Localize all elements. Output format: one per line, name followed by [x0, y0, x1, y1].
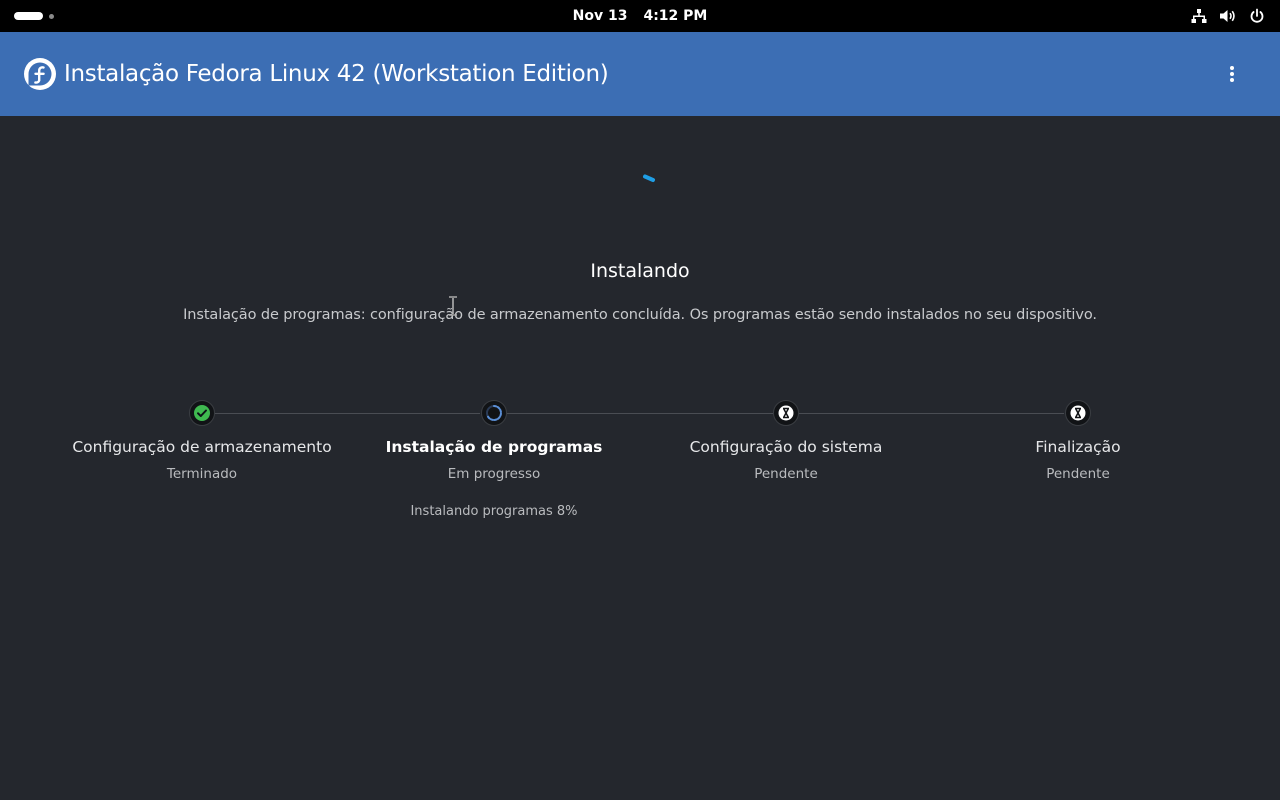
kebab-menu-button[interactable]: [1216, 58, 1248, 90]
step-status-system: Pendente: [754, 466, 818, 482]
system-top-bar: Nov 13 4:12 PM: [0, 0, 1280, 32]
checkmark-icon: [194, 405, 210, 421]
system-tray[interactable]: [1190, 0, 1266, 32]
step-node-software: [481, 400, 507, 426]
step-node-system: [773, 400, 799, 426]
spinner-icon: [486, 405, 502, 421]
kebab-menu-icon: [1230, 66, 1234, 82]
step-node-storage: [189, 400, 215, 426]
step-connector: [215, 413, 480, 414]
step-node-finish: [1065, 400, 1091, 426]
app-title: Instalação Fedora Linux 42 (Workstation …: [64, 61, 609, 87]
step-title-system: Configuração do sistema: [689, 438, 883, 456]
step-status-storage: Terminado: [166, 466, 238, 482]
text-cursor-icon: [447, 296, 459, 316]
hourglass-icon: [1070, 405, 1086, 421]
volume-icon[interactable]: [1219, 7, 1237, 25]
hourglass-icon: [778, 405, 794, 421]
fedora-logo-icon: [24, 58, 56, 90]
step-connector: [507, 413, 773, 414]
step-progress-detail: Instalando programas 8%: [410, 504, 578, 519]
workspace-inactive-indicator: [49, 13, 54, 19]
step-status-software: Em progresso: [447, 466, 541, 482]
activities-indicator[interactable]: [14, 11, 54, 21]
page-description: Instalação de programas: configuração de…: [183, 307, 1097, 323]
step-connector: [799, 413, 1064, 414]
step-title-finish: Finalização: [1035, 438, 1121, 456]
step-title-software: Instalação de programas: [385, 438, 603, 456]
network-icon[interactable]: [1190, 7, 1208, 25]
app-header: Instalação Fedora Linux 42 (Workstation …: [0, 32, 1280, 116]
clock[interactable]: Nov 13 4:12 PM: [0, 0, 1280, 32]
step-status-finish: Pendente: [1046, 466, 1110, 482]
power-icon[interactable]: [1248, 7, 1266, 25]
page-title: Instalando: [590, 260, 690, 282]
clock-time: 4:12 PM: [643, 8, 708, 24]
workspace-active-indicator: [14, 12, 43, 20]
step-title-storage: Configuração de armazenamento: [72, 438, 332, 456]
loading-spinner-icon: [608, 160, 672, 224]
clock-date: Nov 13: [572, 8, 628, 24]
